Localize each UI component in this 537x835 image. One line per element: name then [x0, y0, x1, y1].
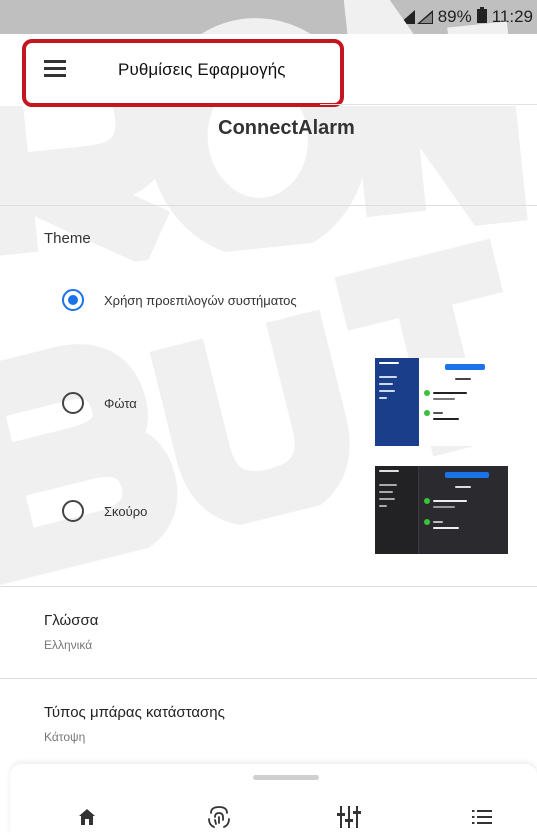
signal-icon: [398, 10, 433, 24]
check-icon: [424, 498, 430, 504]
dark-theme-preview[interactable]: [375, 466, 508, 554]
theme-option-label: Χρήση προεπιλογών συστήματος: [104, 292, 297, 308]
preview-header-bar: [445, 472, 489, 478]
page-title: Ρυθμίσεις Εφαρμογής: [118, 60, 286, 79]
check-icon: [424, 410, 430, 416]
app-name: ConnectAlarm: [218, 117, 355, 139]
language-setting[interactable]: Γλώσσα Ελληνικά: [44, 612, 98, 652]
statusbar-type-title: Τύπος μπάρας κατάστασης: [44, 704, 225, 721]
check-icon: [424, 519, 430, 525]
equalizer-sliders-icon[interactable]: [334, 805, 364, 829]
list-icon[interactable]: [467, 805, 497, 829]
statusbar-type-value: Κάτοψη: [44, 730, 86, 744]
battery-percent: 89%: [437, 7, 472, 26]
preview-sidebar: [375, 466, 419, 554]
preview-sidebar: [375, 358, 419, 446]
theme-option-label: Σκούρο: [104, 503, 148, 519]
header-divider: [320, 104, 537, 105]
theme-option-dark[interactable]: Σκούρο: [62, 500, 147, 522]
app-screen: 89% 11:29 Ρυθμίσεις Εφαρμογής ConnectAla…: [0, 0, 537, 835]
radio-unselected[interactable]: [62, 500, 84, 522]
divider: [0, 678, 537, 679]
light-theme-preview[interactable]: [375, 358, 508, 446]
status-bar: 89% 11:29: [0, 0, 537, 34]
language-setting-value: Ελληνικά: [44, 638, 93, 652]
home-icon[interactable]: [72, 805, 102, 829]
fingerprint-scan-icon[interactable]: [204, 805, 234, 829]
preview-header-bar: [445, 364, 485, 370]
theme-option-label: Φώτα: [104, 395, 137, 411]
theme-section-title: Theme: [44, 230, 91, 247]
battery-icon: [476, 6, 487, 28]
clock: 11:29: [491, 7, 533, 26]
language-setting-title: Γλώσσα: [44, 612, 99, 629]
wifi-icon: [375, 7, 394, 27]
drag-handle[interactable]: [253, 775, 319, 780]
statusbar-type-setting[interactable]: Τύπος μπάρας κατάστασης Κάτοψη: [44, 704, 225, 744]
hamburger-menu-icon[interactable]: [44, 60, 70, 80]
radio-unselected[interactable]: [62, 392, 84, 414]
divider: [0, 205, 537, 206]
radio-selected[interactable]: [62, 289, 84, 311]
theme-option-system[interactable]: Χρήση προεπιλογών συστήματος: [62, 289, 297, 311]
app-header: Ρυθμίσεις Εφαρμογής: [0, 34, 537, 107]
theme-option-light[interactable]: Φώτα: [62, 392, 137, 414]
check-icon: [424, 390, 430, 396]
divider: [0, 586, 537, 587]
